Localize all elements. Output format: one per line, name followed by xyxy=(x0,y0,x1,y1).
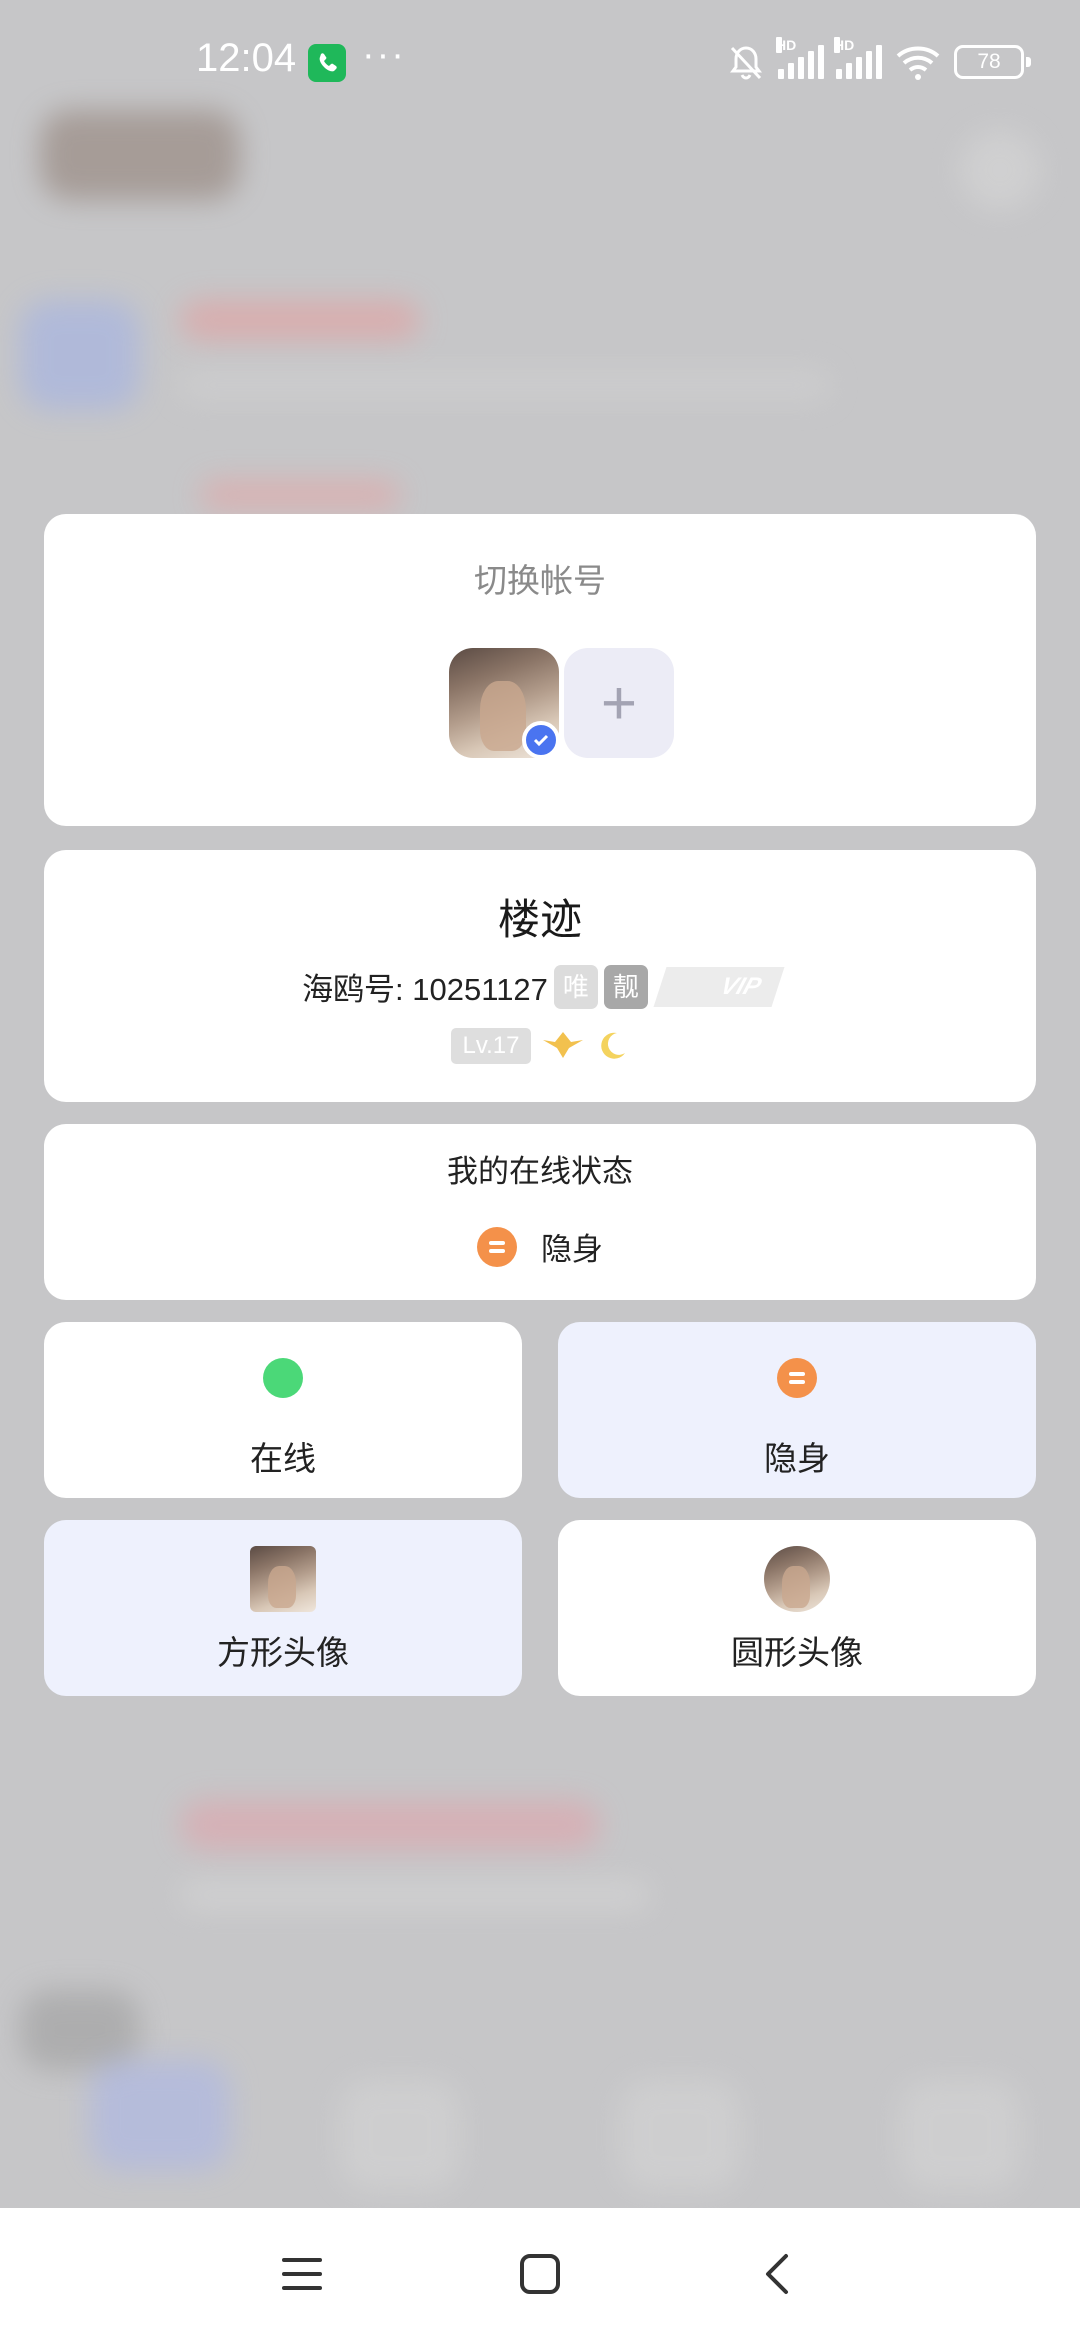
current-status-label: 隐身 xyxy=(541,1232,603,1267)
current-status: 隐身 xyxy=(44,1224,1036,1269)
square-avatar-preview xyxy=(250,1546,316,1612)
check-icon xyxy=(522,721,560,759)
background-app xyxy=(0,0,1080,2208)
online-status-icon xyxy=(263,1358,303,1398)
online-status-heading: 我的在线状态 xyxy=(447,1154,633,1189)
status-icons: HD HD 78 xyxy=(726,37,1031,86)
home-button[interactable] xyxy=(510,2244,570,2304)
option-square-avatar-label: 方形头像 xyxy=(217,1634,349,1671)
option-online[interactable]: 在线 xyxy=(44,1322,522,1498)
bg-item-blur xyxy=(20,1990,140,2070)
battery-level: 78 xyxy=(977,50,1001,73)
menu-icon xyxy=(282,2258,322,2290)
level-row: Lv.17 xyxy=(44,1028,1036,1064)
bg-item-blur xyxy=(340,2080,460,2190)
profile-card: 楼迹 海鸥号: 10251127 唯 靓 VIP Lv.17 xyxy=(44,850,1036,1102)
hd-label: HD xyxy=(834,37,855,53)
option-stealth[interactable]: 隐身 xyxy=(558,1322,1036,1498)
back-button[interactable] xyxy=(748,2244,808,2304)
vip-badge: VIP xyxy=(653,966,785,1007)
option-online-label: 在线 xyxy=(250,1440,316,1477)
back-chevron-icon xyxy=(766,2254,788,2294)
battery-icon: 78 xyxy=(954,45,1031,79)
home-square-icon xyxy=(520,2254,560,2294)
account-id: 海鸥号: 10251127 xyxy=(302,972,548,1007)
menu-button[interactable] xyxy=(272,2244,332,2304)
phone-call-icon xyxy=(308,44,346,82)
option-round-avatar[interactable]: 圆形头像 xyxy=(558,1520,1036,1696)
add-account-button[interactable]: + xyxy=(564,648,674,758)
level-badge: Lv.17 xyxy=(450,1028,532,1064)
id-row: 海鸥号: 10251127 唯 靓 VIP xyxy=(44,964,1036,1009)
stealth-status-icon xyxy=(477,1226,517,1267)
bg-text-blur xyxy=(180,1800,600,1850)
bg-text-blur xyxy=(180,370,830,400)
switch-account-card: 切换帐号 + xyxy=(44,514,1036,826)
bg-item-blur xyxy=(620,2080,740,2190)
switch-account-title: 切换帐号 xyxy=(474,562,606,599)
signal-icon: HD xyxy=(834,37,882,79)
status-time: 12:04 xyxy=(196,36,297,80)
avatar-image xyxy=(250,1546,316,1612)
stealth-status-icon xyxy=(777,1358,817,1398)
wifi-icon xyxy=(896,46,940,80)
option-square-avatar[interactable]: 方形头像 xyxy=(44,1520,522,1696)
bg-icon-blur xyxy=(960,130,1040,210)
badge-liang: 靓 xyxy=(603,964,648,1009)
bg-text-blur xyxy=(180,1880,650,1910)
avatar-image xyxy=(764,1546,830,1612)
option-round-avatar-label: 圆形头像 xyxy=(731,1634,863,1671)
signal-icon: HD xyxy=(776,37,824,79)
moon-icon xyxy=(601,1032,626,1059)
bg-item-blur xyxy=(20,300,140,410)
online-status-card: 我的在线状态 隐身 xyxy=(44,1124,1036,1300)
bg-item-blur xyxy=(90,2060,230,2170)
bg-text-blur xyxy=(200,480,400,510)
hd-label: HD xyxy=(776,37,797,53)
more-notifications-icon: ··· xyxy=(362,34,406,76)
option-stealth-label: 隐身 xyxy=(764,1440,830,1477)
badge-wei: 唯 xyxy=(553,964,598,1009)
golden-bird-icon xyxy=(543,1032,584,1058)
bg-text-blur xyxy=(180,300,420,340)
navigation-bar xyxy=(0,2208,1080,2340)
bell-muted-icon xyxy=(730,46,762,80)
bg-item-blur xyxy=(900,2080,1020,2190)
bg-avatar-blur xyxy=(40,110,240,200)
round-avatar-preview xyxy=(764,1546,830,1612)
nickname: 楼迹 xyxy=(497,896,582,943)
status-bar: 12:04 ··· HD HD 78 xyxy=(0,0,1080,120)
